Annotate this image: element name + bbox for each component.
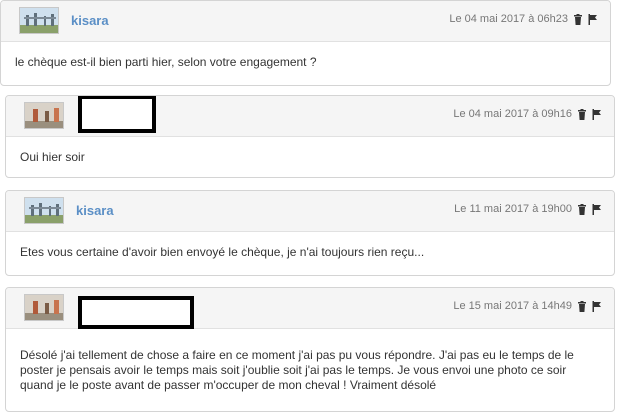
avatar[interactable] (19, 7, 59, 34)
message-card: Le 04 mai 2017 à 09h16 Oui hier soir (5, 95, 615, 178)
message-header: kisara Le 11 mai 2017 à 19h00 (6, 191, 614, 232)
message-header: Le 15 mai 2017 à 14h49 (6, 288, 614, 329)
message-body: Etes vous certaine d'avoir bien envoyé l… (20, 245, 425, 259)
trash-icon[interactable] (577, 300, 587, 312)
message-meta: Le 04 mai 2017 à 06h23 (449, 13, 598, 25)
message-header: Le 04 mai 2017 à 09h16 (6, 96, 614, 137)
flag-icon[interactable] (592, 108, 602, 120)
message-meta: Le 15 mai 2017 à 14h49 (453, 300, 602, 312)
message-card: kisara Le 04 mai 2017 à 06h23 le chèque … (0, 0, 611, 86)
avatar[interactable] (24, 294, 64, 321)
message-body: Oui hier soir (20, 150, 85, 164)
redacted-username (78, 96, 156, 133)
redacted-username (78, 296, 194, 329)
message-date: Le 11 mai 2017 à 19h00 (454, 203, 572, 215)
message-meta: Le 04 mai 2017 à 09h16 (453, 108, 602, 120)
trash-icon[interactable] (573, 13, 583, 25)
flag-icon[interactable] (588, 13, 598, 25)
message-date: Le 04 mai 2017 à 09h16 (453, 108, 572, 120)
message-date: Le 15 mai 2017 à 14h49 (453, 300, 572, 312)
message-header: kisara Le 04 mai 2017 à 06h23 (1, 1, 610, 42)
trash-icon[interactable] (577, 108, 587, 120)
message-card: Le 15 mai 2017 à 14h49 Désolé j'ai telle… (5, 287, 615, 412)
flag-icon[interactable] (592, 300, 602, 312)
message-body: le chèque est-il bien parti hier, selon … (15, 55, 317, 69)
username[interactable]: kisara (76, 203, 114, 218)
trash-icon[interactable] (577, 203, 587, 215)
message-body: Désolé j'ai tellement de chose a faire e… (20, 348, 574, 392)
avatar[interactable] (24, 197, 64, 224)
message-date: Le 04 mai 2017 à 06h23 (449, 13, 568, 25)
message-meta: Le 11 mai 2017 à 19h00 (454, 203, 602, 215)
flag-icon[interactable] (592, 203, 602, 215)
username[interactable]: kisara (71, 13, 109, 28)
message-card: kisara Le 11 mai 2017 à 19h00 Etes vous … (5, 190, 615, 276)
avatar[interactable] (24, 102, 64, 129)
